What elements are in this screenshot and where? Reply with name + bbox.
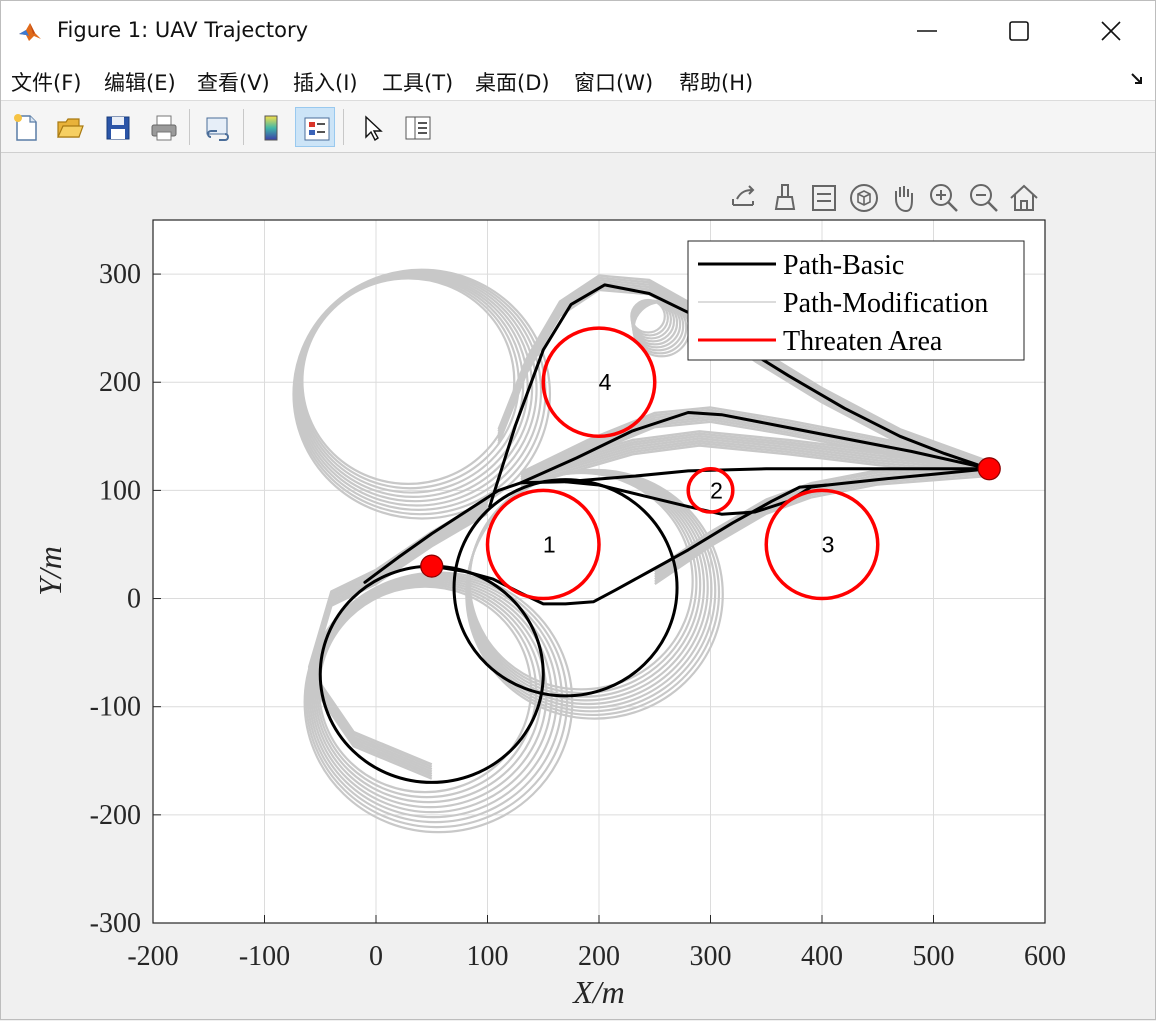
x-axis-label: X/m — [571, 974, 625, 1010]
legend[interactable]: Path-Basic Path-Modification Threaten Ar… — [687, 240, 1025, 361]
legend-label-threat: Threaten Area — [783, 326, 943, 357]
x-tick-label: -200 — [127, 941, 178, 972]
threat-label: 3 — [822, 531, 835, 557]
y-tick-label: -200 — [90, 800, 141, 831]
threat-label: 2 — [710, 477, 723, 503]
threat-label: 4 — [599, 369, 612, 395]
legend-label-modification: Path-Modification — [783, 288, 988, 319]
y-axis-label: Y/m — [32, 546, 68, 596]
legend-label-basic: Path-Basic — [783, 250, 904, 281]
trajectory-plot[interactable]: 1234 -200 -100 0 100 200 300 400 500 600-300-200… — [1, 1, 1156, 1021]
y-tick-label: 100 — [99, 475, 141, 506]
x-tick-label: 200 — [578, 941, 620, 972]
y-tick-label: -100 — [90, 692, 141, 723]
x-tick-label: 500 — [913, 941, 955, 972]
end-point-marker — [977, 457, 1001, 481]
x-tick-label: 600 — [1024, 941, 1066, 972]
x-tick-label: -100 — [239, 941, 290, 972]
x-tick-label: 300 — [690, 941, 732, 972]
x-tick-label: 400 — [801, 941, 843, 972]
threat-label: 1 — [543, 531, 556, 557]
x-tick-label: 0 — [369, 941, 383, 972]
y-tick-label: 200 — [99, 367, 141, 398]
y-tick-label: -300 — [90, 908, 141, 939]
y-tick-label: 300 — [99, 259, 141, 290]
y-tick-label: 0 — [127, 584, 141, 615]
figure-window: Figure 1: UAV Trajectory 文件(F) 编辑(E) 查看(… — [0, 0, 1156, 1020]
x-tick-label: 100 — [467, 941, 509, 972]
start-point-marker — [420, 554, 444, 578]
